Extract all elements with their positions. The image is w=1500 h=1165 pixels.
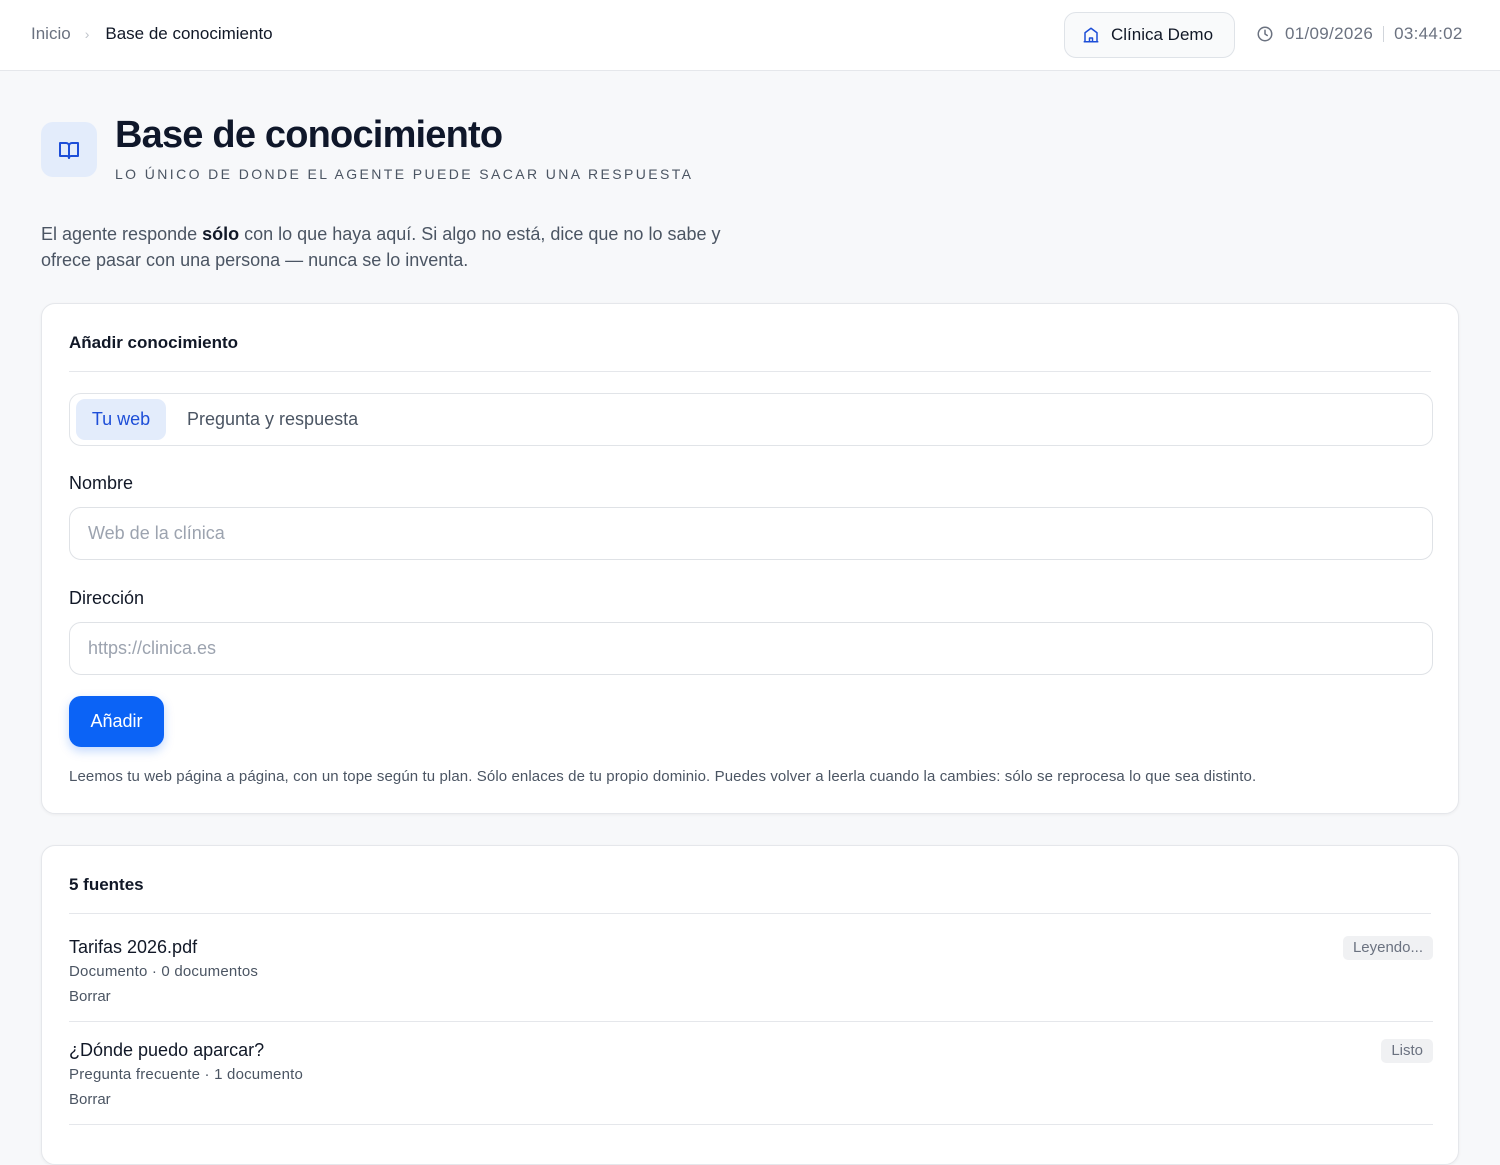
page-icon-badge xyxy=(41,122,97,177)
status-badge: Leyendo... xyxy=(1342,936,1433,960)
name-label: Nombre xyxy=(69,473,134,493)
breadcrumb-home-link[interactable]: Inicio xyxy=(31,24,71,44)
add-button[interactable]: Añadir xyxy=(69,696,164,747)
card-divider xyxy=(69,371,1431,372)
intro-text-emphasis: sólo xyxy=(202,224,240,244)
list-divider xyxy=(69,1021,1433,1022)
add-knowledge-title: Añadir conocimiento xyxy=(69,333,239,352)
source-name: Tarifas 2026.pdf xyxy=(69,937,198,957)
source-meta: Pregunta frecuente · 1 documento xyxy=(69,1066,304,1083)
datetime-display: 01/09/2026 03:44:02 xyxy=(1256,24,1463,44)
breadcrumb-separator-icon: › xyxy=(84,26,90,42)
help-text: Leemos tu web página a página, con un to… xyxy=(69,768,1257,785)
breadcrumb: Inicio › Base de conocimiento xyxy=(31,24,273,44)
top-bar: Inicio › Base de conocimiento Clínica De… xyxy=(0,0,1500,71)
current-date: 01/09/2026 xyxy=(1285,24,1374,43)
list-divider xyxy=(69,1124,1433,1125)
page-subtitle: LO ÚNICO DE DONDE EL AGENTE PUEDE SACAR … xyxy=(115,166,694,182)
tab-tu-web[interactable]: Tu web xyxy=(76,399,166,440)
status-badge: Listo xyxy=(1381,1039,1433,1063)
tab-pregunta-respuesta[interactable]: Pregunta y respuesta xyxy=(187,399,358,440)
sources-card: 5 fuentes Tarifas 2026.pdf Documento · 0… xyxy=(41,845,1459,1165)
address-field[interactable] xyxy=(69,622,1433,675)
card-divider xyxy=(69,913,1431,914)
delete-source-button[interactable]: Borrar xyxy=(69,1091,111,1108)
name-field[interactable] xyxy=(69,507,1433,560)
source-type-tabs: Tu web Pregunta y respuesta xyxy=(69,393,1433,446)
source-meta: Documento · 0 documentos xyxy=(69,963,259,980)
page-title: Base de conocimiento xyxy=(115,114,503,156)
add-knowledge-card: Añadir conocimiento Tu web Pregunta y re… xyxy=(41,303,1459,814)
clock-icon xyxy=(1257,26,1273,42)
intro-text-start: El agente responde xyxy=(41,224,203,244)
breadcrumb-current: Base de conocimiento xyxy=(105,24,273,43)
clinic-name: Clínica Demo xyxy=(1111,25,1214,44)
sources-count-title: 5 fuentes xyxy=(69,875,144,894)
book-open-icon xyxy=(59,141,79,159)
building-icon xyxy=(1083,27,1099,43)
source-name: ¿Dónde puedo aparcar? xyxy=(69,1040,265,1060)
datetime-divider xyxy=(1383,26,1385,42)
page-intro: El agente responde sólo con lo que haya … xyxy=(41,221,761,273)
delete-source-button[interactable]: Borrar xyxy=(69,988,111,1005)
current-time: 03:44:02 xyxy=(1394,24,1463,43)
clinic-selector-button[interactable]: Clínica Demo xyxy=(1064,12,1235,58)
address-label: Dirección xyxy=(69,588,145,608)
